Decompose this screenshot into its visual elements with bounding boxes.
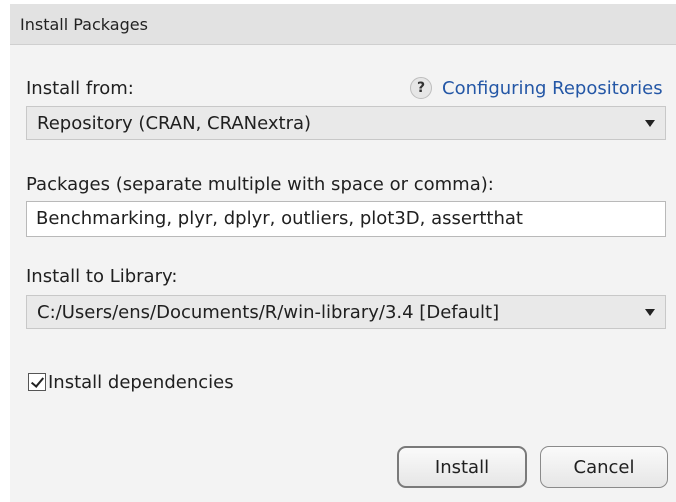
install-to-library-select[interactable]: C:/Users/ens/Documents/R/win-library/3.4… <box>26 295 666 329</box>
configuring-repositories-help[interactable]: ? Configuring Repositories <box>410 76 663 100</box>
install-dependencies-row[interactable]: Install dependencies <box>28 371 234 393</box>
install-dependencies-label: Install dependencies <box>48 371 234 393</box>
dialog-title: Install Packages <box>20 15 148 34</box>
configuring-repositories-link[interactable]: Configuring Repositories <box>442 78 663 99</box>
dialog-titlebar: Install Packages <box>10 4 676 45</box>
packages-label: Packages (separate multiple with space o… <box>26 174 494 195</box>
install-button[interactable]: Install <box>397 446 527 488</box>
chevron-down-icon[interactable] <box>645 120 655 127</box>
install-from-selected-value: Repository (CRAN, CRANextra) <box>37 113 312 134</box>
install-packages-dialog: Install Packages Install from: ? Configu… <box>10 4 676 502</box>
install-to-library-label: Install to Library: <box>26 266 178 287</box>
packages-input[interactable]: Benchmarking, plyr, dplyr, outliers, plo… <box>26 201 666 237</box>
install-dependencies-checkbox[interactable] <box>28 373 46 391</box>
install-from-label: Install from: <box>26 78 134 99</box>
install-from-select[interactable]: Repository (CRAN, CRANextra) <box>26 106 666 140</box>
chevron-down-icon[interactable] <box>645 309 655 316</box>
question-mark-icon: ? <box>410 77 432 99</box>
checkmark-icon <box>30 374 45 388</box>
cancel-button[interactable]: Cancel <box>540 446 668 488</box>
install-to-library-selected-value: C:/Users/ens/Documents/R/win-library/3.4… <box>37 302 500 323</box>
